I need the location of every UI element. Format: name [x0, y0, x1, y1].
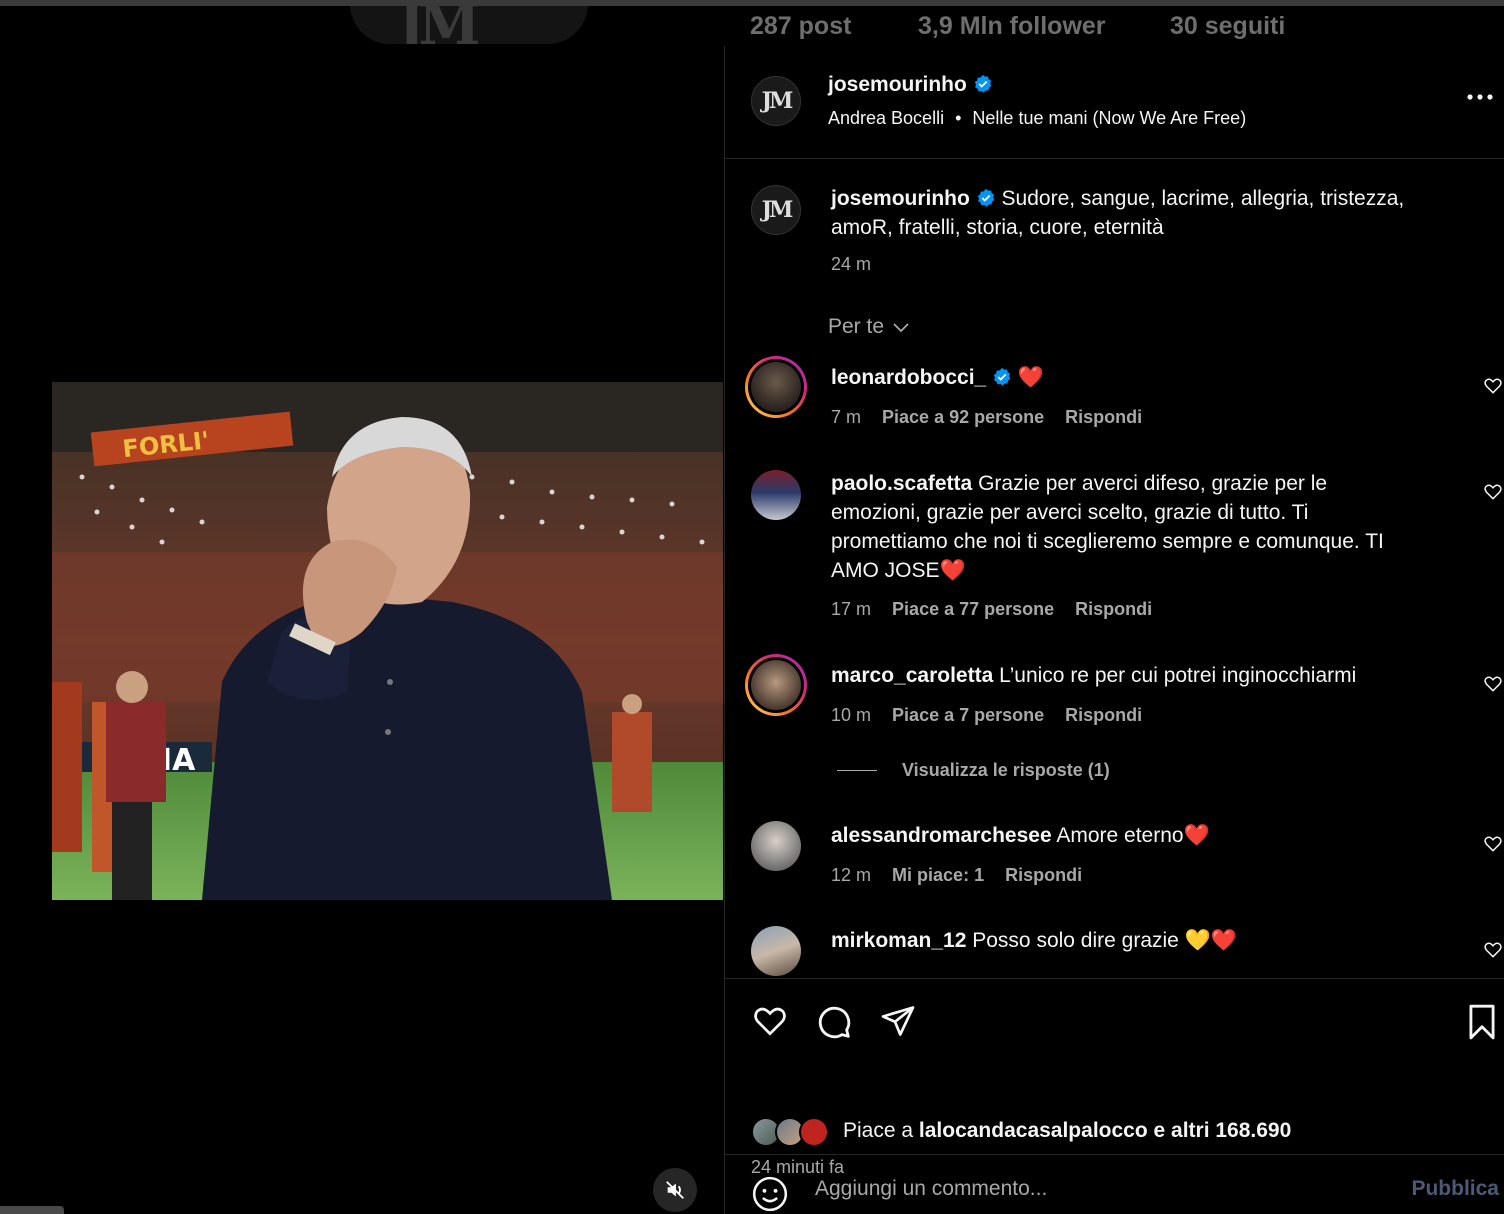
heart-icon[interactable]	[1483, 940, 1503, 960]
window-corner	[0, 1206, 64, 1214]
comment-text: Posso solo dire grazie 💛❤️	[972, 929, 1237, 952]
caption-text-line1: Sudore, sangue, lacrime, allegria, trist…	[1001, 187, 1405, 210]
comment-text: Amore eterno❤️	[1056, 824, 1210, 847]
comment-meta: 17 m Piace a 77 persone Rispondi	[831, 599, 1168, 620]
comment-text: ❤️	[1017, 366, 1045, 389]
comment-text-line: AMO JOSE❤️	[831, 559, 966, 582]
comment-text-line: emozioni, grazie per averci scelto, graz…	[831, 501, 1309, 524]
caption-time[interactable]: 24 m	[831, 254, 1481, 275]
comment-username[interactable]: alessandromarchesee	[831, 824, 1052, 847]
view-replies-label: Visualizza le risposte (1)	[902, 760, 1110, 780]
sort-selector[interactable]: Per te	[828, 315, 910, 339]
post-header: JM josemourinho Andrea Bocelli • Nelle t…	[725, 46, 1504, 159]
comment-username[interactable]: marco_caroletta	[831, 664, 993, 687]
music-title: Nelle tue mani (Now We Are Free)	[972, 108, 1247, 128]
post-media-area[interactable]: FORLI' NA	[0, 46, 723, 1214]
comment-time[interactable]: 12 m	[831, 865, 871, 885]
music-info[interactable]: Andrea Bocelli • Nelle tue mani (Now We …	[828, 108, 1246, 129]
comments-list[interactable]: JM josemourinho Sudore, sangue, lacrime,…	[725, 160, 1504, 978]
comment-time[interactable]: 10 m	[831, 705, 871, 725]
profile-background: JM 287 post 3,9 Mln follower 30 seguiti	[0, 6, 1504, 46]
comment-input[interactable]: Aggiungi un commento...	[815, 1177, 1047, 1201]
liked-by-avatars[interactable]	[751, 1115, 835, 1149]
likes-summary: Piace a lalocandacasalpalocco e altri 16…	[843, 1119, 1291, 1143]
publish-button[interactable]: Pubblica	[1411, 1177, 1499, 1201]
comment-icon[interactable]	[815, 1003, 853, 1041]
posts-count[interactable]: 287 post	[750, 12, 851, 41]
comment-username[interactable]: leonardobocci_	[831, 366, 986, 389]
post-photo[interactable]: FORLI' NA	[52, 382, 723, 900]
heart-icon[interactable]	[1483, 376, 1503, 396]
comment-time[interactable]: 7 m	[831, 407, 861, 427]
profile-logo: JM	[350, 6, 588, 44]
caption-username[interactable]: josemourinho	[831, 187, 970, 210]
verified-badge-icon	[993, 367, 1011, 386]
following-count[interactable]: 30 seguiti	[1170, 12, 1285, 41]
comment-likes[interactable]: Piace a 7 persone	[892, 705, 1044, 725]
comment-meta: 7 m Piace a 92 persone Rispondi	[831, 407, 1158, 428]
comment-username[interactable]: paolo.scafetta	[831, 472, 972, 495]
mute-button[interactable]	[653, 1168, 697, 1212]
heart-icon[interactable]	[1483, 834, 1503, 854]
reply-button[interactable]: Rispondi	[1065, 407, 1142, 427]
comment-text-line: Grazie per averci difeso, grazie per le	[978, 472, 1328, 495]
mute-icon	[666, 1181, 684, 1199]
sort-label: Per te	[828, 315, 885, 338]
bookmark-icon[interactable]	[1465, 1003, 1499, 1041]
commenter-avatar[interactable]	[745, 654, 807, 716]
music-artist: Andrea Bocelli	[828, 108, 945, 128]
chevron-down-icon	[893, 323, 909, 333]
add-comment-bar: Aggiungi un commento... Pubblica	[725, 1154, 1504, 1214]
heart-icon[interactable]	[1483, 482, 1503, 502]
more-icon	[1467, 94, 1493, 100]
author-name-row: josemourinho	[828, 73, 993, 97]
commenter-avatar[interactable]	[745, 356, 807, 418]
reply-button[interactable]: Rispondi	[1065, 705, 1142, 725]
reply-button[interactable]: Rispondi	[1005, 865, 1082, 885]
more-options-button[interactable]	[1467, 86, 1493, 100]
comment-likes[interactable]: Mi piace: 1	[892, 865, 984, 885]
commenter-avatar[interactable]	[751, 821, 801, 871]
emoji-icon[interactable]	[751, 1175, 789, 1213]
post-actions: Piace a lalocandacasalpalocco e altri 16…	[725, 978, 1504, 1177]
music-separator: •	[955, 108, 962, 128]
author-avatar[interactable]: JM	[751, 76, 801, 126]
author-username[interactable]: josemourinho	[828, 73, 967, 96]
replies-divider	[837, 770, 877, 771]
verified-badge-icon	[977, 188, 995, 207]
likes-user[interactable]: lalocandacasalpalocco	[919, 1119, 1148, 1142]
comment-text: L’unico re per cui potrei inginocchiarmi	[999, 664, 1357, 687]
reply-button[interactable]: Rispondi	[1075, 599, 1152, 619]
view-replies-button[interactable]: Visualizza le risposte (1)	[837, 760, 1110, 781]
comment-meta: 12 m Mi piace: 1 Rispondi	[831, 865, 1098, 886]
comment-time[interactable]: 17 m	[831, 599, 871, 619]
likes-suffix-and: e altri 168.690	[1153, 1119, 1292, 1142]
likes-prefix: Piace a	[843, 1119, 914, 1142]
caption-author-avatar[interactable]: JM	[751, 185, 801, 235]
post-side-panel: JM josemourinho Andrea Bocelli • Nelle t…	[724, 46, 1504, 1214]
caption: josemourinho Sudore, sangue, lacrime, al…	[831, 184, 1481, 275]
caption-text-line2: amoR, fratelli, storia, cuore, eternità	[831, 216, 1164, 239]
heart-icon[interactable]	[751, 1003, 789, 1039]
commenter-avatar[interactable]	[751, 470, 801, 520]
share-icon[interactable]	[879, 1003, 917, 1039]
commenter-avatar[interactable]	[751, 926, 801, 976]
comment-likes[interactable]: Piace a 92 persone	[882, 407, 1044, 427]
comment-likes[interactable]: Piace a 77 persone	[892, 599, 1054, 619]
followers-count[interactable]: 3,9 Mln follower	[918, 12, 1106, 41]
comment-username[interactable]: mirkoman_12	[831, 929, 966, 952]
verified-badge-icon	[974, 74, 992, 93]
comment-text-line: promettiamo che noi ti sceglieremo sempr…	[831, 530, 1384, 553]
comment-meta: 10 m Piace a 7 persone Rispondi	[831, 705, 1158, 726]
heart-icon[interactable]	[1483, 674, 1503, 694]
